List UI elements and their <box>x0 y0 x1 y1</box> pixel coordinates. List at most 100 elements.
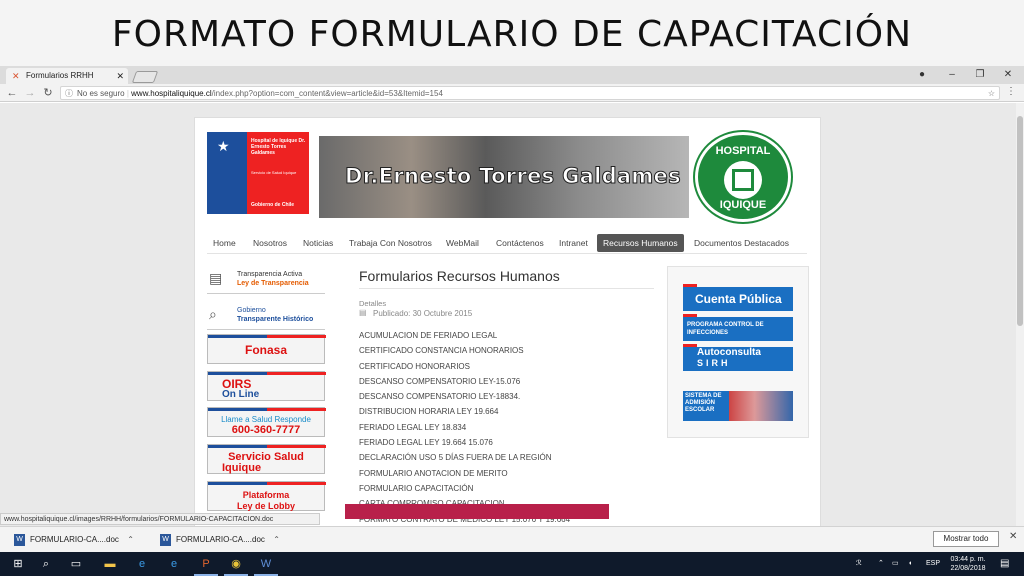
gob-line3: Gobierno de Chile <box>251 202 295 208</box>
start-icon[interactable]: ⊞ <box>6 552 30 576</box>
browser-tabbar: ✕ Formularios RRHH ✕ <box>0 66 1024 84</box>
gob-line2: Servicio de Salud Iquique <box>251 170 297 175</box>
windows-taskbar: ⊞ ⌕ ▭ ▬ e e P ◉ W ℛ ⌃ ▭ ◖ ESP 03:44 p. m… <box>0 552 1024 576</box>
file-link[interactable]: CERTIFICADO CONSTANCIA HONORARIOS <box>359 343 659 358</box>
details-label: Detalles <box>359 299 387 308</box>
file-link-highlighted[interactable]: FORMULARIO CAPACITACIÓN <box>359 481 659 496</box>
gobierno-transparente-link[interactable]: ⌕ Gobierno Transparente Histórico <box>207 300 325 330</box>
file-link[interactable]: FORMULARIO ANOTACION DE MERITO <box>359 466 659 481</box>
site-nav-menu: Home Nosotros Noticias Trabaja Con Nosot… <box>207 234 807 254</box>
security-label: No es seguro <box>77 89 125 98</box>
chrome-icon[interactable]: ◉ <box>224 552 248 576</box>
info-icon[interactable]: ⓘ <box>65 87 73 100</box>
close-downloads-icon[interactable]: ✕ <box>1009 531 1017 542</box>
edge-icon[interactable]: e <box>130 552 154 576</box>
file-link[interactable]: DESCANSO COMPENSATORIO LEY-18834. <box>359 389 659 404</box>
banner-name: Dr.Ernesto Torres Galdames <box>345 164 682 189</box>
gobierno-logo[interactable]: ★ Hospital de Iquique Dr. Ernesto Torres… <box>207 132 309 214</box>
file-link[interactable]: FERIADO LEGAL LEY 19.664 15.076 <box>359 435 659 450</box>
file-list: ACUMULACION DE FERIADO LEGAL CERTIFICADO… <box>345 328 659 526</box>
servicio-salud-link[interactable]: Servicio Salud Iquique <box>207 444 326 474</box>
reload-icon[interactable]: ↻ <box>40 84 56 102</box>
people-icon[interactable]: ℛ <box>856 552 862 576</box>
word-icon[interactable]: W <box>254 552 278 576</box>
menu-contactenos[interactable]: Contáctenos <box>496 234 544 252</box>
menu-recursos-humanos[interactable]: Recursos Humanos <box>597 234 684 252</box>
menu-home[interactable]: Home <box>213 234 236 252</box>
magnifier-icon: ⌕ <box>209 306 217 322</box>
header-banner: Dr.Ernesto Torres Galdames <box>319 136 689 218</box>
gob-line1: Hospital de Iquique Dr. Ernesto Torres G… <box>251 138 306 156</box>
close-window-button[interactable]: ✕ <box>998 66 1018 84</box>
menu-intranet[interactable]: Intranet <box>559 234 588 252</box>
calendar-icon: ▤ <box>359 308 367 317</box>
file-link[interactable]: DISTRIBUCION HORARIA LEY 19.664 <box>359 404 659 419</box>
iaas-link[interactable]: PROGRAMA CONTROL DE INFECCIONES <box>683 314 793 341</box>
admision-photo <box>729 391 793 421</box>
transparencia-activa-link[interactable]: ▤ Transparencia Activa Ley de Transparen… <box>207 264 325 294</box>
clock[interactable]: 03:44 p. m. 22/08/2018 <box>946 555 990 573</box>
transp-label-a: Transparencia Activa <box>237 271 303 278</box>
file-link[interactable]: DESCANSO COMPENSATORIO LEY-15.076 <box>359 374 659 389</box>
notifications-icon[interactable]: ▤ <box>1000 552 1009 576</box>
file-link[interactable]: DECLARACIÓN USO 5 DÍAS FUERA DE LA REGIÓ… <box>359 450 659 465</box>
salud-phone: 600-360-7777 <box>231 424 301 436</box>
download-2-name: FORMULARIO-CA....doc <box>176 535 265 544</box>
ssi-label-b: Iquique <box>222 462 262 474</box>
minimize-button[interactable]: – <box>942 66 962 84</box>
browser-tab[interactable]: ✕ Formularios RRHH ✕ <box>6 68 128 84</box>
oirs-link[interactable]: OIRS On Line <box>207 371 326 401</box>
browser-menu-icon[interactable]: ⋮ <box>1006 86 1016 97</box>
cuenta-label: Cuenta Pública <box>695 292 782 306</box>
powerpoint-icon[interactable]: P <box>194 552 218 576</box>
close-tab-icon[interactable]: ✕ <box>116 68 124 84</box>
chevron-up-icon[interactable]: ⌃ <box>273 532 280 548</box>
iaas-label: PROGRAMA CONTROL DE INFECCIONES <box>687 322 764 336</box>
file-link[interactable]: CERTIFICADO HONORARIOS <box>359 359 659 374</box>
back-icon[interactable]: ← <box>4 84 20 102</box>
task-view-icon[interactable]: ▭ <box>64 552 88 576</box>
tab-title: Formularios RRHH <box>26 71 94 80</box>
chevron-up-icon[interactable]: ⌃ <box>127 532 134 548</box>
right-sidebar: Cuenta Pública PROGRAMA CONTROL DE INFEC… <box>667 266 809 438</box>
search-icon[interactable]: ⌕ <box>34 552 58 576</box>
file-link[interactable]: FERIADO LEGAL LEY 18.834 <box>359 420 659 435</box>
tray-chevron-icon[interactable]: ⌃ <box>878 552 884 576</box>
word-doc-icon: W <box>160 534 171 546</box>
new-tab-button[interactable] <box>131 71 159 83</box>
menu-nosotros[interactable]: Nosotros <box>253 234 287 252</box>
building-icon <box>732 169 754 191</box>
restore-button[interactable]: ❐ <box>970 66 990 84</box>
clock-date: 22/08/2018 <box>950 565 986 572</box>
hospital-logo[interactable]: HOSPITAL IQUIQUE <box>695 132 791 222</box>
gob-label-a: Gobierno <box>237 307 266 314</box>
download-item-1[interactable]: W FORMULARIO-CA....doc ⌃ <box>10 532 134 548</box>
sirh-link[interactable]: Autoconsulta SIRH <box>683 344 793 371</box>
fonasa-link[interactable]: Fonasa <box>207 334 326 364</box>
menu-trabaja[interactable]: Trabaja Con Nosotros <box>349 234 432 252</box>
file-link[interactable]: ACUMULACION DE FERIADO LEGAL <box>359 328 659 343</box>
logo-top-text: HOSPITAL <box>715 145 771 157</box>
url-path: /index.php?option=com_content&view=artic… <box>211 89 443 98</box>
scrollbar-thumb[interactable] <box>1017 116 1023 326</box>
cuenta-publica-link[interactable]: Cuenta Pública <box>683 284 793 311</box>
account-icon[interactable]: ● <box>912 66 932 84</box>
download-item-2[interactable]: W FORMULARIO-CA....doc ⌃ <box>156 532 280 548</box>
menu-webmail[interactable]: WebMail <box>446 234 479 252</box>
admision-escolar-link[interactable]: SISTEMA DE ADMISIÓN ESCOLAR <box>683 391 793 421</box>
forward-icon[interactable]: → <box>22 84 38 102</box>
menu-noticias[interactable]: Noticias <box>303 234 333 252</box>
download-bar: W FORMULARIO-CA....doc ⌃ W FORMULARIO-CA… <box>0 526 1024 552</box>
volume-icon[interactable]: ◖ <box>908 552 912 576</box>
ley-lobby-link[interactable]: Plataforma Ley de Lobby <box>207 481 326 511</box>
show-all-button[interactable]: Mostrar todo <box>933 531 999 547</box>
bookmark-star-icon[interactable]: ☆ <box>988 87 995 100</box>
network-icon[interactable]: ▭ <box>892 552 899 576</box>
url-input[interactable]: ⓘ No es seguro | www.hospitaliquique.cl/… <box>60 86 1000 100</box>
menu-documentos[interactable]: Documentos Destacados <box>694 234 789 252</box>
sirh-label-a: Autoconsulta <box>697 347 761 358</box>
language-indicator[interactable]: ESP <box>926 552 940 576</box>
ie-icon[interactable]: e <box>162 552 186 576</box>
file-explorer-icon[interactable]: ▬ <box>98 552 122 576</box>
salud-responde-link[interactable]: Llame a Salud Responde 600-360-7777 <box>207 407 326 437</box>
